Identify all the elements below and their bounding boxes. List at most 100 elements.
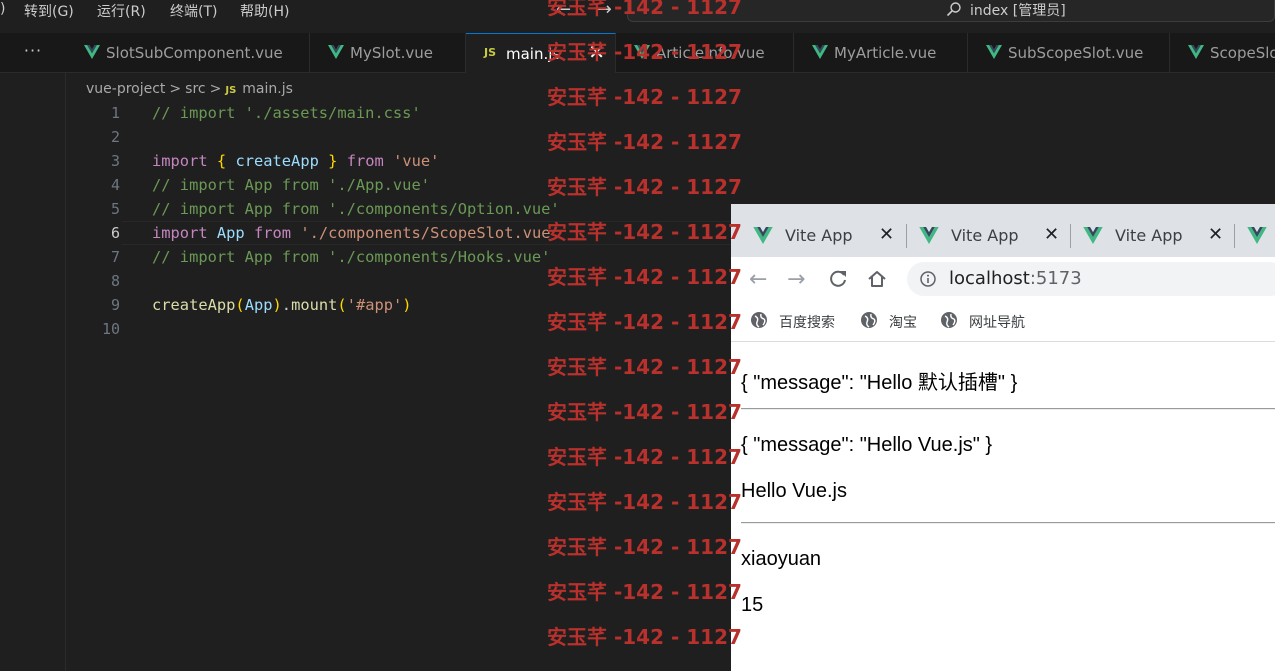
close-tab-icon[interactable]: ✕ — [1044, 224, 1059, 245]
code-line-7[interactable]: // import App from './components/Hooks.v… — [152, 248, 550, 266]
browser-tab-partial[interactable] — [1247, 222, 1275, 254]
tab-subscopeslot[interactable]: SubScopeSlot.vue — [968, 33, 1170, 73]
watermark-text: 安玉芊 -142 - 1127 — [547, 310, 742, 334]
line-number: 7 — [110, 248, 120, 266]
browser-tab-title: Vite App — [1115, 226, 1183, 245]
token-keyword: from — [346, 152, 384, 170]
site-info-icon[interactable] — [920, 271, 936, 287]
code-line-5[interactable]: // import App from './components/Option.… — [152, 200, 560, 218]
page-text-message: Hello Vue.js — [741, 480, 847, 502]
token-function: mount — [291, 296, 338, 314]
code-line-9[interactable]: createApp(App).mount('#app') — [152, 296, 412, 314]
watermark-text: 安玉芊 -142 - 1127 — [547, 355, 742, 379]
bookmark-label: 淘宝 — [889, 315, 917, 331]
breadcrumb: vue-project > src > JS main.js — [86, 81, 293, 97]
browser-tab[interactable]: Vite App ✕ — [753, 222, 894, 254]
tab-separator — [906, 224, 907, 248]
watermark-text: 安玉芊 -142 - 1127 — [547, 400, 742, 424]
tab-slotsubcomponent[interactable]: SlotSubComponent.vue — [66, 33, 310, 73]
token-paren: ( — [235, 296, 245, 314]
line-number: 5 — [110, 200, 120, 218]
watermark-text: 安玉芊 -142 - 1127 — [547, 0, 742, 19]
menu-item-goto[interactable]: 转到(G) — [24, 1, 74, 21]
code-line-4[interactable]: // import App from './App.vue' — [152, 176, 430, 194]
code-line-1[interactable]: // import './assets/main.css' — [152, 104, 421, 122]
forward-button[interactable]: → — [787, 267, 805, 292]
token-keyword: import — [152, 224, 208, 242]
url-text: localhost:5173 — [949, 268, 1082, 289]
watermark-text: 安玉芊 -142 - 1127 — [547, 130, 742, 154]
breadcrumb-separator: > — [209, 81, 222, 97]
globe-icon — [941, 312, 957, 328]
vue-icon — [986, 45, 1002, 59]
tab-label: SlotSubComponent.vue — [106, 44, 283, 62]
token-function: createApp — [152, 296, 236, 314]
bookmarks-bar: 百度搜索 淘宝 网址导航 — [731, 303, 1275, 342]
watermark-text: 安玉芊 -142 - 1127 — [547, 490, 742, 514]
bookmark-label: 网址导航 — [969, 315, 1025, 331]
menu-item-partial[interactable]: ) — [0, 1, 5, 17]
js-file-icon: JS — [225, 85, 237, 96]
reload-icon[interactable] — [827, 268, 849, 290]
page-text-name: xiaoyuan — [741, 548, 822, 570]
tab-myarticle[interactable]: MyArticle.vue — [794, 33, 968, 73]
page-divider — [741, 522, 1275, 524]
vite-vue-icon — [1247, 227, 1267, 244]
token-paren: ) — [402, 296, 412, 314]
browser-tab[interactable]: Vite App ✕ — [1083, 222, 1223, 254]
menu-item-run[interactable]: 运行(R) — [97, 1, 146, 21]
address-bar[interactable]: localhost:5173 — [907, 262, 1275, 296]
token-paren: ) — [272, 296, 282, 314]
vue-icon — [328, 45, 344, 59]
page-text-message-json: { "message": "Hello Vue.js" } — [741, 434, 993, 456]
line-number-current: 6 — [110, 224, 120, 242]
breadcrumb-item-src[interactable]: src — [185, 81, 205, 97]
breadcrumb-item-project[interactable]: vue-project — [86, 81, 165, 97]
home-icon[interactable] — [866, 268, 888, 290]
token-identifier: createApp — [235, 152, 319, 170]
token-string: 'vue' — [393, 152, 440, 170]
line-number: 9 — [110, 296, 120, 314]
tab-label: MySlot.vue — [350, 44, 433, 62]
watermark-text: 安玉芊 -142 - 1127 — [547, 85, 742, 109]
line-number: 4 — [110, 176, 120, 194]
line-number: 8 — [110, 272, 120, 290]
tab-scopeslot[interactable]: ScopeSlo — [1170, 33, 1275, 73]
page-text-age: 15 — [741, 594, 764, 616]
bookmark-label: 百度搜索 — [779, 315, 835, 331]
watermark-text: 安玉芊 -142 - 1127 — [547, 40, 742, 64]
menu-item-terminal[interactable]: 终端(T) — [170, 1, 217, 21]
vue-icon — [1188, 45, 1204, 59]
browser-tab[interactable]: Vite App ✕ — [919, 222, 1059, 254]
close-tab-icon[interactable]: ✕ — [1208, 224, 1223, 245]
url-host: localhost — [949, 268, 1030, 289]
close-tab-icon[interactable]: ✕ — [879, 224, 894, 245]
search-icon — [946, 2, 961, 17]
more-actions-button[interactable]: ··· — [0, 33, 66, 73]
code-line-6[interactable]: import App from './components/ScopeSlot.… — [152, 224, 560, 242]
token-identifier: App — [216, 224, 245, 242]
tab-separator — [1234, 224, 1235, 248]
page-divider — [741, 408, 1275, 410]
page-text-default-slot: { "message": "Hello 默认插槽" } — [741, 372, 1018, 394]
code-line-3[interactable]: import { createApp } from 'vue' — [152, 152, 439, 170]
token-string: './components/ScopeSlot.vue' — [300, 224, 560, 242]
back-button[interactable]: ← — [749, 267, 767, 292]
globe-icon — [751, 312, 767, 328]
watermark-text: 安玉芊 -142 - 1127 — [547, 535, 742, 559]
breadcrumb-item-file[interactable]: main.js — [242, 81, 293, 97]
command-center-text: index [管理员] — [970, 3, 1066, 19]
tab-myslot[interactable]: MySlot.vue — [310, 33, 466, 73]
tab-label: SubScopeSlot.vue — [1008, 44, 1144, 62]
watermark-text: 安玉芊 -142 - 1127 — [547, 580, 742, 604]
menu-item-help[interactable]: 帮助(H) — [240, 1, 289, 21]
vue-icon — [84, 45, 100, 59]
url-port: :5173 — [1029, 268, 1082, 289]
vue-icon — [812, 45, 828, 59]
js-file-icon: JS — [484, 46, 497, 59]
token-identifier: App — [244, 296, 273, 314]
